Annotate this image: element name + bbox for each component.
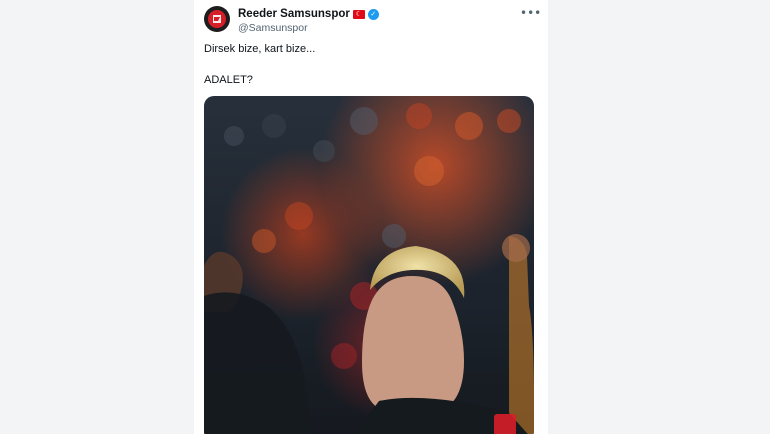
tweet-text: Dirsek bize, kart bize... ADALET?: [204, 42, 534, 87]
more-options-icon[interactable]: •••: [520, 7, 541, 19]
verified-badge-icon: ✓: [367, 8, 379, 20]
samsunspor-logo-icon: [208, 10, 226, 28]
avatar[interactable]: [204, 6, 230, 32]
tweet-media-image[interactable]: [204, 96, 534, 434]
author-names: Reeder Samsunspor ☾ ✓ @Samsunspor: [238, 7, 379, 34]
tweet-text-line: ADALET?: [204, 74, 253, 86]
tweet-header: Reeder Samsunspor ☾ ✓ @Samsunspor •••: [204, 6, 541, 36]
football-player-photo: [204, 96, 534, 434]
turkey-flag-icon: ☾: [352, 9, 365, 19]
author-display-name[interactable]: Reeder Samsunspor: [238, 8, 350, 20]
tweet-text-line: Dirsek bize, kart bize...: [204, 43, 316, 55]
tweet-card[interactable]: Reeder Samsunspor ☾ ✓ @Samsunspor ••• Di…: [194, 0, 548, 434]
author-handle[interactable]: @Samsunspor: [238, 22, 379, 34]
